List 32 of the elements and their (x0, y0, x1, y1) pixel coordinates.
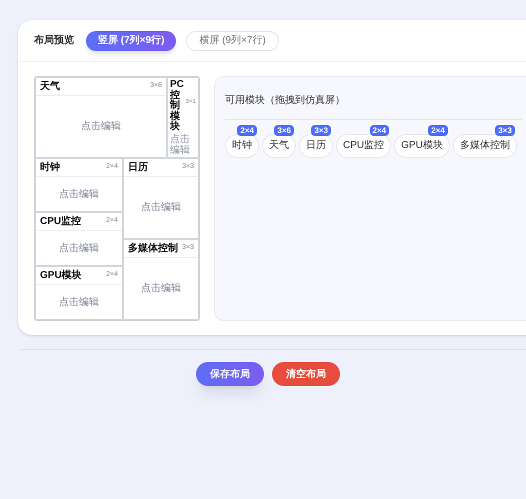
edit-hint: 点击编辑 (169, 134, 191, 156)
module-chip[interactable]: 日历 (299, 134, 333, 158)
module-title: 时钟 (40, 160, 60, 175)
preview-label: 布局预览 (34, 34, 74, 48)
orientation-tab[interactable]: 横屏 (9列×7行) (186, 30, 279, 50)
module-title: 日历 (128, 161, 148, 175)
edit-hint: 点击编辑 (81, 120, 121, 134)
module-title: 天气 (40, 80, 60, 94)
module-chip[interactable]: CPU监控 (336, 134, 392, 158)
module-title: GPU模块 (40, 268, 82, 283)
module-chip[interactable]: GPU模块 (394, 134, 450, 158)
size-badge: 2×4 (237, 125, 257, 136)
orientation-tab[interactable]: 竖屏 (7列×9行) (86, 30, 176, 50)
size-badge: 3×6 (274, 125, 294, 136)
edit-hint: 点击编辑 (141, 282, 181, 296)
module-title: PC控制模块 (170, 80, 184, 132)
module-chip[interactable]: 多媒体控制 (452, 134, 517, 158)
module-title: CPU监控 (40, 214, 82, 229)
save-button[interactable]: 保存布局 (196, 362, 264, 386)
clear-button[interactable]: 清空布局 (272, 362, 340, 386)
edit-hint: 点击编辑 (141, 200, 181, 215)
size-badge: 3×3 (311, 125, 331, 136)
size-badge: 2×4 (428, 125, 448, 136)
module-chip[interactable]: 时钟 (225, 134, 259, 158)
module-title: 多媒体控制 (128, 242, 178, 256)
edit-hint: 点击编辑 (59, 242, 99, 256)
size-badge: 2×4 (370, 125, 390, 136)
edit-hint: 点击编辑 (59, 188, 99, 202)
panel-title: 可用模块（拖拽到仿真屏） (225, 95, 345, 106)
module-chip[interactable]: 天气 (262, 134, 296, 158)
edit-hint: 点击编辑 (59, 296, 99, 310)
size-badge: 3×3 (495, 125, 515, 136)
